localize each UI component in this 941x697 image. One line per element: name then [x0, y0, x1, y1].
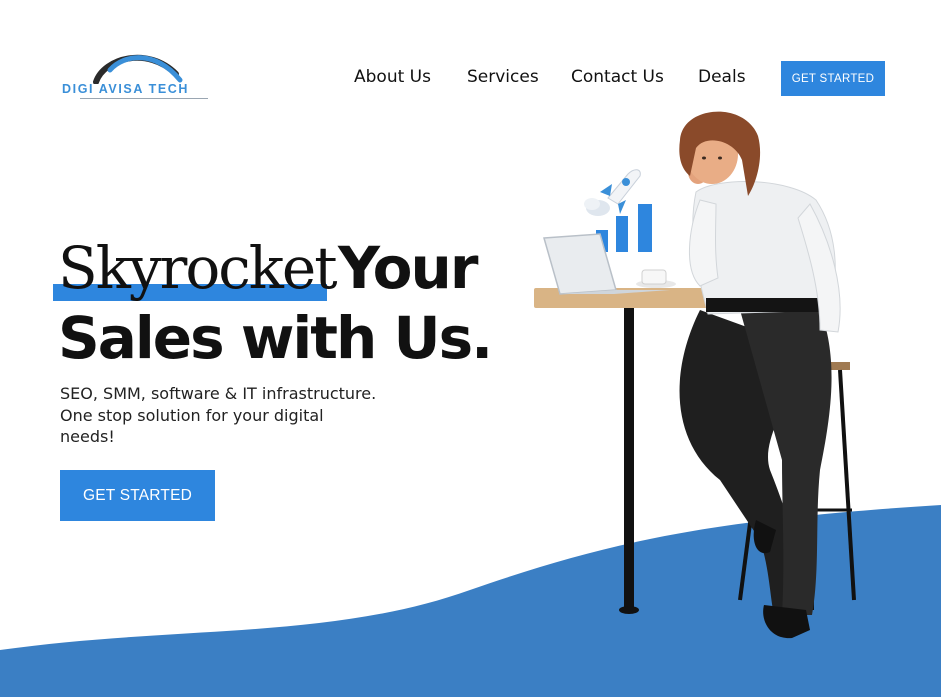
arc-logo-icon: [93, 54, 183, 84]
hero-title: Skyrocket Your Sales with Us.: [53, 232, 493, 372]
brand-name: DIGI AVISA TECH: [62, 82, 190, 96]
hero-get-started-button[interactable]: GET STARTED: [60, 470, 215, 521]
nav-about-us[interactable]: About Us: [354, 67, 431, 87]
header-get-started-button[interactable]: GET STARTED: [781, 61, 885, 96]
hero-title-line-2: Sales with Us.: [58, 304, 493, 372]
hero-subtitle-line: One stop solution for your digital: [60, 405, 324, 425]
woman-at-desk-illustration: [534, 111, 856, 639]
logo-underline: [80, 98, 208, 99]
hero-title-skyrocket: Skyrocket: [58, 234, 338, 302]
rocket-icon: [584, 169, 641, 216]
coffee-cup: [636, 269, 676, 288]
hero-subtitle-line: needs!: [60, 427, 115, 446]
hero-title-line-1: Skyrocket Your: [53, 232, 491, 304]
nav-contact-us[interactable]: Contact Us: [571, 67, 664, 87]
brand-logo[interactable]: DIGI AVISA TECH: [60, 48, 212, 104]
woman-figure: [679, 111, 841, 639]
nav-deals[interactable]: Deals: [698, 67, 746, 87]
hero-subtitle-line: SEO, SMM, software & IT infrastructure.: [60, 384, 377, 403]
hero-title-your: Your: [338, 234, 478, 302]
nav-services[interactable]: Services: [467, 67, 539, 87]
hero-subtitle: SEO, SMM, software & IT infrastructure. …: [60, 383, 400, 448]
